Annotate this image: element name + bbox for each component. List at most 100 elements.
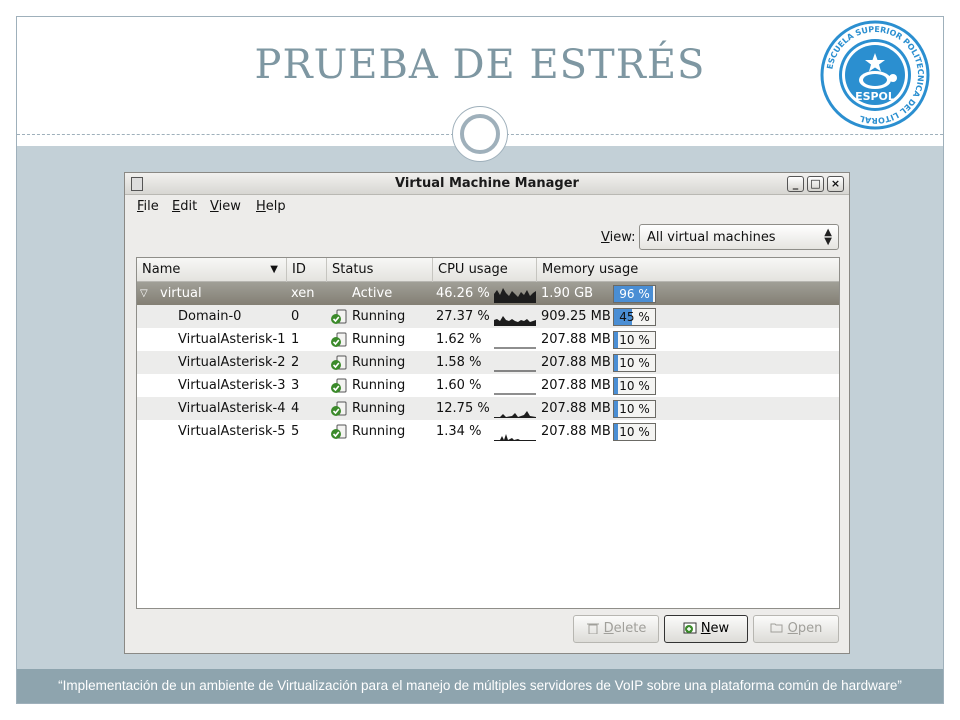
vm-status: Running — [352, 378, 406, 393]
running-status-icon — [331, 424, 347, 439]
memory-usage-percent: 10 % — [619, 402, 650, 416]
trash-icon — [586, 623, 599, 634]
footer-text: “Implementación de un ambiente de Virtua… — [58, 678, 902, 693]
view-filter-value: All virtual machines — [647, 230, 776, 245]
view-filter-label: View: — [601, 230, 636, 245]
vm-row[interactable]: VirtualAsterisk-1 1 Running 1.62 % 207.8… — [137, 328, 839, 351]
menu-view[interactable]: View — [210, 199, 241, 214]
updown-arrows-icon: ▲ ▼ — [824, 227, 832, 247]
memory-usage-percent: 10 % — [619, 425, 650, 439]
vm-cpu: 1.58 % — [436, 355, 482, 370]
vm-cpu: 1.34 % — [436, 424, 482, 439]
host-cpu: 46.26 % — [436, 286, 490, 301]
cpu-sparkline — [494, 347, 536, 349]
vm-status: Running — [352, 355, 406, 370]
host-row[interactable]: ▽ virtual xen Active 46.26 % 1.90 GB 96 … — [137, 282, 839, 305]
memory-usage-bar: 45 % — [613, 308, 656, 326]
vm-row[interactable]: VirtualAsterisk-4 4 Running 12.75 % 207.… — [137, 397, 839, 420]
vm-status: Running — [352, 309, 406, 324]
close-button[interactable]: × — [827, 176, 844, 192]
vm-id: 3 — [291, 378, 300, 393]
menu-file[interactable]: File — [137, 199, 159, 214]
vm-row[interactable]: Domain-0 0 Running 27.37 % 909.25 MB 45 … — [137, 305, 839, 328]
column-header-cpu[interactable]: CPU usage — [433, 258, 537, 282]
sort-down-icon: ▼ — [270, 264, 278, 275]
slide-title: PRUEBA DE ESTRÉS — [254, 42, 706, 88]
maximize-button[interactable]: □ — [807, 176, 824, 192]
window-titlebar[interactable]: Virtual Machine Manager _ □ × — [125, 173, 849, 195]
cpu-sparkline — [494, 393, 536, 395]
vm-id: 2 — [291, 355, 300, 370]
memory-usage-bar: 10 % — [613, 423, 656, 441]
memory-usage-percent: 10 % — [619, 379, 650, 393]
vm-row[interactable]: VirtualAsterisk-3 3 Running 1.60 % 207.8… — [137, 374, 839, 397]
title-ornament-circle — [452, 106, 508, 162]
host-status: Active — [352, 286, 393, 301]
window-title: Virtual Machine Manager — [395, 176, 579, 191]
vm-name: VirtualAsterisk-5 — [178, 424, 286, 439]
host-memory: 1.90 GB — [541, 286, 594, 301]
list-header: Name ▼ ID Status CPU usage Memory usage — [137, 258, 839, 282]
vm-name: VirtualAsterisk-4 — [178, 401, 286, 416]
vm-status: Running — [352, 401, 406, 416]
vm-memory: 909.25 MB — [541, 309, 611, 324]
cpu-sparkline — [494, 411, 536, 418]
vm-row[interactable]: VirtualAsterisk-5 5 Running 1.34 % 207.8… — [137, 420, 839, 443]
vm-id: 1 — [291, 332, 300, 347]
vm-status: Running — [352, 424, 406, 439]
vm-memory: 207.88 MB — [541, 332, 611, 347]
vm-memory: 207.88 MB — [541, 401, 611, 416]
cpu-sparkline — [494, 288, 536, 303]
open-button[interactable]: Open — [753, 615, 839, 643]
vm-memory: 207.88 MB — [541, 378, 611, 393]
memory-usage-bar: 10 % — [613, 400, 656, 418]
column-header-status[interactable]: Status — [327, 258, 433, 282]
column-header-memory[interactable]: Memory usage — [537, 258, 839, 282]
vm-memory: 207.88 MB — [541, 424, 611, 439]
cpu-sparkline — [494, 434, 536, 441]
memory-usage-percent: 45 % — [619, 310, 650, 324]
running-status-icon — [331, 401, 347, 416]
new-button[interactable]: New — [664, 615, 748, 643]
vm-memory: 207.88 MB — [541, 355, 611, 370]
vm-id: 4 — [291, 401, 300, 416]
title-ornament-ring — [460, 114, 500, 154]
memory-usage-percent: 10 % — [619, 333, 650, 347]
folder-open-icon — [770, 623, 783, 633]
column-header-id[interactable]: ID — [287, 258, 327, 282]
running-status-icon — [331, 332, 347, 347]
vm-name: VirtualAsterisk-1 — [178, 332, 286, 347]
vm-name: Domain-0 — [178, 309, 242, 324]
cpu-sparkline — [494, 370, 536, 372]
footer-bar: “Implementación de un ambiente de Virtua… — [17, 669, 943, 703]
vm-cpu: 1.60 % — [436, 378, 482, 393]
vm-cpu: 27.37 % — [436, 309, 490, 324]
memory-usage-bar: 96 % — [613, 285, 656, 303]
vm-list[interactable]: Name ▼ ID Status CPU usage Memory usage ▽… — [136, 257, 840, 609]
espol-logo-icon: ESCUELA SUPERIOR POLITECNICA DEL LITORAL… — [820, 20, 930, 130]
memory-usage-bar: 10 % — [613, 331, 656, 349]
vm-name: VirtualAsterisk-3 — [178, 378, 286, 393]
column-header-name[interactable]: Name ▼ — [137, 258, 287, 282]
memory-usage-percent: 96 % — [619, 287, 650, 301]
memory-usage-bar: 10 % — [613, 354, 656, 372]
vm-name: VirtualAsterisk-2 — [178, 355, 286, 370]
menu-edit[interactable]: Edit — [172, 199, 197, 214]
minimize-button[interactable]: _ — [787, 176, 804, 192]
vm-status: Running — [352, 332, 406, 347]
vm-cpu: 1.62 % — [436, 332, 482, 347]
memory-usage-bar: 10 % — [613, 377, 656, 395]
logo-name: ESPOL — [855, 90, 895, 103]
view-filter-select[interactable]: All virtual machines ▲ ▼ — [639, 224, 839, 250]
running-status-icon — [331, 378, 347, 393]
vm-cpu: 12.75 % — [436, 401, 490, 416]
host-name: virtual — [160, 286, 202, 301]
running-status-icon — [331, 355, 347, 370]
running-status-icon — [331, 309, 347, 324]
vm-row[interactable]: VirtualAsterisk-2 2 Running 1.58 % 207.8… — [137, 351, 839, 374]
delete-button[interactable]: Delete — [573, 615, 659, 643]
expander-open-icon[interactable]: ▽ — [140, 282, 148, 305]
memory-usage-percent: 10 % — [619, 356, 650, 370]
menu-help[interactable]: Help — [256, 199, 286, 214]
menubar: File Edit View Help — [125, 196, 849, 218]
